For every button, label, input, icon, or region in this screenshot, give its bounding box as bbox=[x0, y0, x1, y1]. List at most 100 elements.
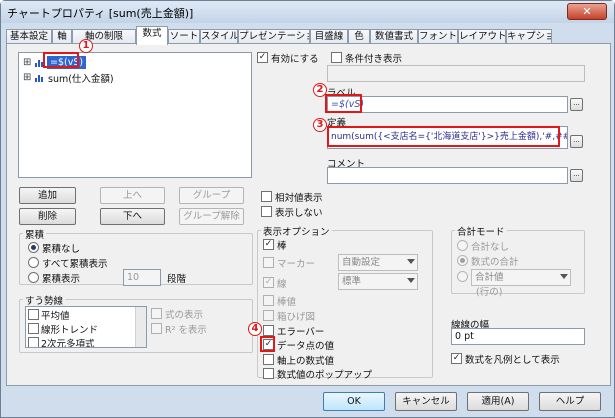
tab-expressions[interactable]: 数式 bbox=[136, 26, 168, 45]
apply-button[interactable]: 適用(A) bbox=[467, 392, 529, 411]
trendline-item: 線形トレンド bbox=[41, 325, 99, 336]
total-select-value: 合計値 bbox=[475, 272, 504, 283]
marker-select[interactable]: 自動設定 bbox=[338, 254, 418, 271]
data-values-label: データ点の値 bbox=[277, 341, 335, 352]
trendline-list[interactable]: 平均値 線形トレンド 2次元多項式 bbox=[25, 306, 147, 348]
legend-checkbox[interactable]: ✓ bbox=[451, 353, 462, 364]
popup-checkbox[interactable] bbox=[263, 368, 274, 379]
comment-edit-button[interactable]: ... bbox=[570, 169, 583, 182]
line-select-value: 標準 bbox=[342, 276, 362, 287]
cancel-button[interactable]: キャンセル bbox=[395, 392, 457, 411]
show-formula-label: 式の表示 bbox=[165, 310, 204, 321]
radio-expression-total[interactable] bbox=[457, 255, 468, 266]
tab-presentation[interactable]: プレゼンテーション bbox=[238, 29, 310, 44]
highlight-box bbox=[325, 94, 362, 113]
tab-sort[interactable]: ソート bbox=[168, 29, 200, 44]
help-button[interactable]: ヘルプ bbox=[539, 392, 601, 411]
trendline-checkbox[interactable] bbox=[28, 309, 39, 320]
steps-spinner[interactable]: 10 bbox=[123, 269, 161, 286]
definition-edit-button[interactable]: ... bbox=[570, 135, 583, 148]
chevron-down-icon bbox=[407, 278, 415, 283]
radio-total-value[interactable] bbox=[457, 271, 468, 282]
label-field[interactable]: =$(vS) bbox=[327, 96, 568, 113]
scrollbar[interactable] bbox=[135, 307, 146, 347]
line-checkbox[interactable]: ✓ bbox=[263, 277, 274, 288]
enable-checkbox[interactable]: ✓ bbox=[257, 52, 268, 63]
tab-colors[interactable]: 色 bbox=[348, 29, 370, 44]
error-bar-checkbox[interactable] bbox=[263, 325, 274, 336]
rows-label: (行の) bbox=[476, 287, 503, 298]
conditional-field[interactable] bbox=[327, 65, 585, 82]
tab-layout[interactable]: レイアウト bbox=[458, 29, 506, 44]
tab-general[interactable]: 基本設定 bbox=[6, 29, 52, 44]
bar-checkbox[interactable]: ✓ bbox=[263, 239, 274, 250]
marker-1: 1 bbox=[79, 39, 93, 53]
box-checkbox[interactable] bbox=[263, 310, 274, 321]
up-button[interactable]: 上へ bbox=[100, 187, 165, 204]
tab-style[interactable]: スタイル bbox=[200, 29, 238, 44]
expression-tree[interactable]: ⊞ =$(vS) ⊞ sum(仕入金額) bbox=[18, 52, 252, 178]
invisible-label: 表示しない bbox=[275, 208, 323, 219]
highlight-box bbox=[43, 52, 79, 68]
steps-label: 段階 bbox=[167, 274, 187, 285]
ungroup-button[interactable]: グループ解除 bbox=[179, 208, 244, 225]
expand-icon[interactable]: ⊞ bbox=[23, 57, 31, 68]
radio-accum-steps[interactable] bbox=[28, 272, 39, 283]
tab-bar: 基本設定 軸 軸の制限 数式 ソート スタイル プレゼンテーション 目盛線 色 … bbox=[6, 26, 611, 45]
axis-values-checkbox[interactable] bbox=[263, 354, 274, 365]
box-label: 箱ひげ図 bbox=[277, 312, 316, 323]
stick-checkbox[interactable] bbox=[263, 295, 274, 306]
delete-button[interactable]: 削除 bbox=[19, 208, 76, 225]
tab-gridlines[interactable]: 目盛線 bbox=[310, 29, 348, 44]
add-button[interactable]: 追加 bbox=[19, 187, 76, 204]
radio-full-accum[interactable] bbox=[28, 257, 39, 268]
close-button[interactable]: ✕ bbox=[567, 3, 607, 20]
show-formula-checkbox[interactable] bbox=[151, 308, 162, 319]
error-bar-label: エラーバー bbox=[277, 327, 325, 338]
tab-number[interactable]: 数値書式 bbox=[370, 29, 418, 44]
display-options-title: 表示オプション bbox=[261, 224, 332, 238]
ok-button[interactable]: OK bbox=[323, 392, 385, 411]
invisible-checkbox[interactable] bbox=[261, 206, 272, 217]
conditional-label: 条件付き表示 bbox=[345, 54, 403, 65]
show-r2-checkbox[interactable] bbox=[151, 323, 162, 334]
radio-label: 数式の合計 bbox=[471, 257, 519, 268]
expand-icon[interactable]: ⊞ bbox=[23, 72, 31, 83]
trendline-checkbox[interactable] bbox=[28, 337, 39, 347]
line-width-field[interactable]: 0 pt bbox=[451, 328, 585, 345]
highlight-box bbox=[327, 126, 560, 147]
down-button[interactable]: 下へ bbox=[100, 208, 165, 225]
radio-label: すべて累積表示 bbox=[42, 259, 108, 270]
total-mode-title: 合計モード bbox=[455, 224, 507, 238]
conditional-checkbox[interactable] bbox=[331, 52, 342, 63]
radio-label: 合計なし bbox=[471, 242, 510, 253]
trendline-checkbox[interactable] bbox=[28, 323, 39, 334]
tree-item[interactable]: sum(仕入金額) bbox=[48, 71, 114, 85]
relative-checkbox[interactable] bbox=[261, 191, 272, 202]
line-select[interactable]: 標準 bbox=[338, 273, 418, 290]
marker-select-value: 自動設定 bbox=[342, 257, 381, 268]
legend-label: 数式を凡例として表示 bbox=[465, 355, 560, 366]
group-button[interactable]: グループ bbox=[179, 187, 244, 204]
highlight-box bbox=[260, 336, 275, 352]
radio-no-accum[interactable] bbox=[28, 242, 39, 253]
title-bar: チャートプロパティ [sum(売上金額)] ✕ bbox=[1, 1, 614, 23]
relative-label: 相対値表示 bbox=[275, 193, 323, 204]
popup-label: 数式値のポップアップ bbox=[277, 370, 373, 381]
trendlines-title: すう勢線 bbox=[23, 293, 66, 307]
radio-no-total[interactable] bbox=[457, 240, 468, 251]
window-title: チャートプロパティ [sum(売上金額)] bbox=[7, 7, 194, 20]
trendline-item: 平均値 bbox=[41, 311, 70, 322]
trendline-item: 2次元多項式 bbox=[41, 339, 95, 348]
chevron-down-icon bbox=[560, 274, 568, 279]
show-r2-label: R² を表示 bbox=[165, 325, 207, 336]
tab-caption[interactable]: キャプション bbox=[506, 29, 552, 44]
radio-label: 累積表示 bbox=[42, 274, 81, 285]
comment-field[interactable] bbox=[327, 167, 568, 184]
tab-font[interactable]: フォント bbox=[418, 29, 458, 44]
label-edit-button[interactable]: ... bbox=[570, 98, 583, 111]
marker-label: マーカー bbox=[277, 259, 316, 270]
line-label: 線 bbox=[277, 279, 287, 290]
tab-axis[interactable]: 軸 bbox=[52, 29, 72, 44]
marker-checkbox[interactable] bbox=[263, 257, 274, 268]
